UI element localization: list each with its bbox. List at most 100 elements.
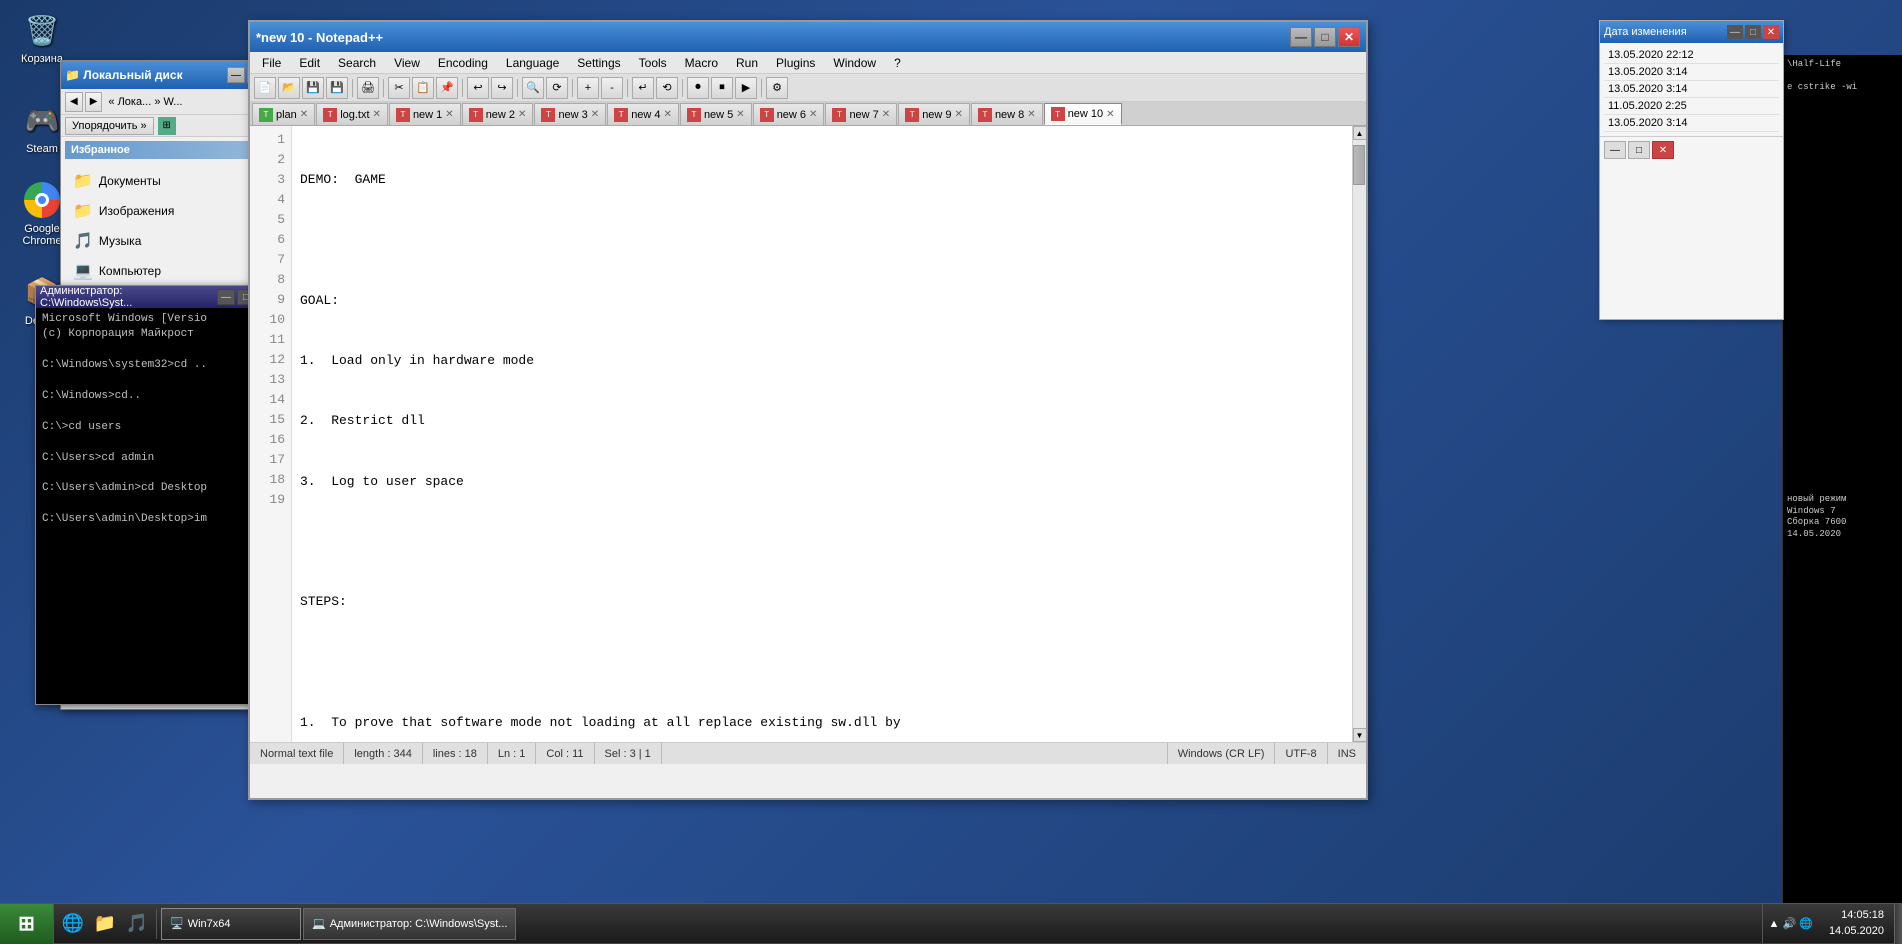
taskbar-item-vm[interactable]: 🖥️ Win7x64	[161, 908, 301, 940]
toolbar-sep4	[517, 79, 518, 97]
vertical-scrollbar[interactable]: ▲ ▼	[1352, 126, 1366, 742]
rt-line-2	[1787, 71, 1898, 83]
tab-new9[interactable]: T new 9 ✕	[898, 103, 970, 125]
toolbar-cut[interactable]: ✂	[388, 77, 410, 99]
notepad-maximize[interactable]: □	[1314, 27, 1336, 47]
taskbar-item-cmd[interactable]: 💻 Администратор: C:\Windows\Syst...	[303, 908, 516, 940]
toolbar-saveall[interactable]: 💾	[326, 77, 348, 99]
menu-file[interactable]: File	[254, 53, 289, 73]
toolbar-sync[interactable]: ⟲	[656, 77, 678, 99]
toolbar-zoom-out[interactable]: -	[601, 77, 623, 99]
notepad-close[interactable]: ✕	[1338, 27, 1360, 47]
menu-macro[interactable]: Macro	[677, 53, 726, 73]
tab-new3-close[interactable]: ✕	[591, 109, 599, 120]
tab-log[interactable]: T log.txt ✕	[316, 103, 388, 125]
menu-help[interactable]: ?	[886, 53, 909, 73]
tab-log-close[interactable]: ✕	[373, 109, 381, 120]
tab-new3[interactable]: T new 3 ✕	[534, 103, 606, 125]
rfp-btn-minimize2[interactable]: —	[1604, 141, 1626, 159]
toolbar-copy[interactable]: 📋	[412, 77, 434, 99]
tab-plan-close[interactable]: ✕	[300, 109, 308, 120]
tab-new2[interactable]: T new 2 ✕	[462, 103, 534, 125]
scroll-track[interactable]	[1353, 140, 1366, 728]
toolbar-macro-rec[interactable]: ⏺	[687, 77, 709, 99]
toolbar-zoom-in[interactable]: +	[577, 77, 599, 99]
menu-window[interactable]: Window	[825, 53, 884, 73]
editor-content[interactable]: DEMO: GAME GOAL: 1. Load only in hardwar…	[292, 126, 1352, 742]
tab-new8[interactable]: T new 8 ✕	[971, 103, 1043, 125]
tab-new6-close[interactable]: ✕	[809, 109, 817, 120]
forward-button[interactable]: ▶	[85, 92, 103, 112]
clock-time: 14:05:18	[1829, 908, 1884, 923]
toolbar-undo[interactable]: ↩	[467, 77, 489, 99]
toolbar-wrap[interactable]: ↵	[632, 77, 654, 99]
tab-new5[interactable]: T new 5 ✕	[680, 103, 752, 125]
taskbar-explorer-icon[interactable]: 📁	[90, 909, 120, 939]
toolbar-sep6	[627, 79, 628, 97]
toolbar-print[interactable]: 🖨	[357, 77, 379, 99]
tab-new1[interactable]: T new 1 ✕	[389, 103, 461, 125]
rfp-maximize[interactable]: □	[1745, 25, 1761, 39]
show-desktop-button[interactable]	[1894, 904, 1902, 944]
menu-language[interactable]: Language	[498, 53, 567, 73]
ln-16: 16	[250, 430, 291, 450]
rt-line-3: e cstrike -wi	[1787, 82, 1898, 94]
tab-new4[interactable]: T new 4 ✕	[607, 103, 679, 125]
tab-new5-close[interactable]: ✕	[736, 109, 744, 120]
tab-new2-close[interactable]: ✕	[518, 109, 526, 120]
rfp-btn-close2[interactable]: ✕	[1652, 141, 1674, 159]
menu-search[interactable]: Search	[330, 53, 384, 73]
menu-tools[interactable]: Tools	[631, 53, 675, 73]
cmd-line-13	[42, 497, 273, 512]
menu-edit[interactable]: Edit	[291, 53, 328, 73]
menu-plugins[interactable]: Plugins	[768, 53, 823, 73]
taskbar-vm-label: Win7x64	[188, 918, 231, 930]
menu-run[interactable]: Run	[728, 53, 766, 73]
tab-new10[interactable]: T new 10 ✕	[1044, 103, 1122, 125]
rt-line-12: Сборка 7600	[1787, 517, 1898, 529]
rfp-minimize[interactable]: —	[1727, 25, 1743, 39]
toolbar-sep1	[352, 79, 353, 97]
tab-new1-close[interactable]: ✕	[445, 109, 453, 120]
minimize-button[interactable]: —	[227, 67, 245, 83]
toolbar-macro-stop[interactable]: ⏹	[711, 77, 733, 99]
tab-new9-close[interactable]: ✕	[955, 109, 963, 120]
scroll-thumb[interactable]	[1353, 145, 1365, 185]
toolbar-macro-play[interactable]: ▶	[735, 77, 757, 99]
tab-new10-close[interactable]: ✕	[1106, 109, 1114, 120]
tab-new7-close[interactable]: ✕	[882, 109, 890, 120]
toolbar-new[interactable]: 📄	[254, 77, 276, 99]
toolbar-redo[interactable]: ↪	[491, 77, 513, 99]
taskbar-clock[interactable]: 14:05:18 14.05.2020	[1819, 908, 1894, 939]
scroll-down[interactable]: ▼	[1353, 728, 1367, 742]
toolbar-settings2[interactable]: ⚙	[766, 77, 788, 99]
back-button[interactable]: ◀	[65, 92, 83, 112]
toolbar-save[interactable]: 💾	[302, 77, 324, 99]
taskbar-ie-icon[interactable]: 🌐	[58, 909, 88, 939]
menu-encoding[interactable]: Encoding	[430, 53, 496, 73]
menu-settings[interactable]: Settings	[569, 53, 628, 73]
rfp-close[interactable]: ✕	[1763, 25, 1779, 39]
desktop-icon-recycle[interactable]: 🗑️ Корзина	[10, 10, 74, 65]
toolbar-open[interactable]: 📂	[278, 77, 300, 99]
organize-button[interactable]: Упорядочить »	[65, 117, 154, 135]
tab-new8-close[interactable]: ✕	[1027, 109, 1035, 120]
tab-new4-close[interactable]: ✕	[664, 109, 672, 120]
tab-new7[interactable]: T new 7 ✕	[825, 103, 897, 125]
tab-new6[interactable]: T new 6 ✕	[753, 103, 825, 125]
recycle-label: Корзина	[21, 53, 63, 65]
toolbar-find[interactable]: 🔍	[522, 77, 544, 99]
taskbar-media-icon[interactable]: 🎵	[122, 909, 152, 939]
cmd-minimize[interactable]: —	[217, 289, 235, 305]
menu-view[interactable]: View	[386, 53, 428, 73]
start-button[interactable]: ⊞	[0, 904, 54, 944]
steam-icon: 🎮	[22, 100, 62, 140]
scroll-up[interactable]: ▲	[1353, 126, 1367, 140]
toolbar-replace[interactable]: ⟳	[546, 77, 568, 99]
ln-6: 6	[250, 230, 291, 250]
rfp-btn-maximize2[interactable]: □	[1628, 141, 1650, 159]
tab-plan[interactable]: T plan ✕	[252, 103, 315, 125]
toolbar-paste[interactable]: 📌	[436, 77, 458, 99]
view-button[interactable]: ⊞	[158, 117, 176, 135]
notepad-minimize[interactable]: —	[1290, 27, 1312, 47]
